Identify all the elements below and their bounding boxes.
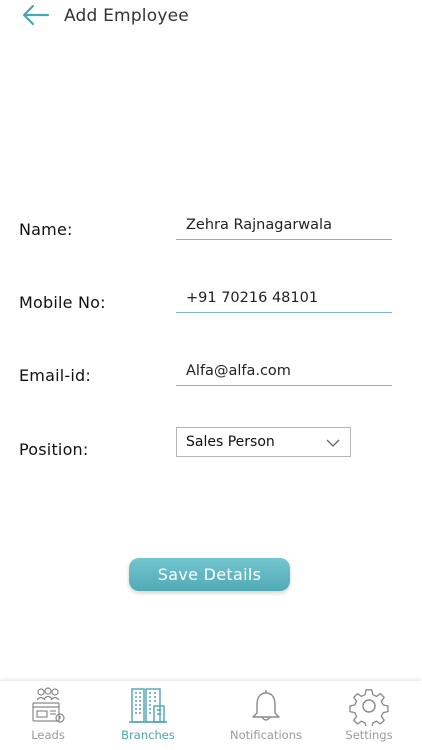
buildings-icon — [129, 688, 167, 723]
add-employee-screen: Add Employee Name: Mobile No: Email-id: … — [0, 0, 422, 750]
save-details-button[interactable]: Save Details — [129, 558, 290, 591]
name-row: Name: — [0, 210, 422, 250]
nav-item-settings[interactable]: Settings — [320, 681, 418, 750]
email-input[interactable] — [176, 356, 392, 386]
nav-label-leads: Leads — [31, 728, 65, 742]
leads-icon — [32, 687, 65, 723]
nav-item-branches[interactable]: Branches — [96, 681, 200, 750]
email-label: Email-id: — [19, 366, 91, 385]
email-row: Email-id: — [0, 356, 422, 396]
nav-label-notifications: Notifications — [230, 728, 302, 742]
page-title: Add Employee — [64, 6, 189, 26]
name-label: Name: — [19, 220, 73, 239]
gear-icon — [349, 689, 389, 726]
arrow-left-icon — [22, 4, 50, 26]
nav-label-branches: Branches — [121, 728, 175, 742]
bottom-nav: Leads Branches Notifications Settings — [0, 681, 422, 750]
position-row: Position: Sales Person — [0, 427, 422, 470]
mobile-row: Mobile No: — [0, 283, 422, 323]
mobile-label: Mobile No: — [19, 293, 106, 312]
nav-item-leads[interactable]: Leads — [0, 681, 96, 750]
position-select-value: Sales Person — [186, 434, 275, 450]
bell-icon — [252, 690, 280, 721]
name-input[interactable] — [176, 210, 392, 240]
mobile-input[interactable] — [176, 283, 392, 313]
back-button[interactable] — [22, 4, 50, 26]
header: Add Employee — [0, 0, 422, 34]
position-label: Position: — [19, 440, 89, 459]
nav-item-notifications[interactable]: Notifications — [212, 681, 320, 750]
position-select[interactable]: Sales Person — [176, 427, 351, 457]
nav-label-settings: Settings — [345, 728, 393, 742]
chevron-down-icon — [326, 439, 340, 447]
